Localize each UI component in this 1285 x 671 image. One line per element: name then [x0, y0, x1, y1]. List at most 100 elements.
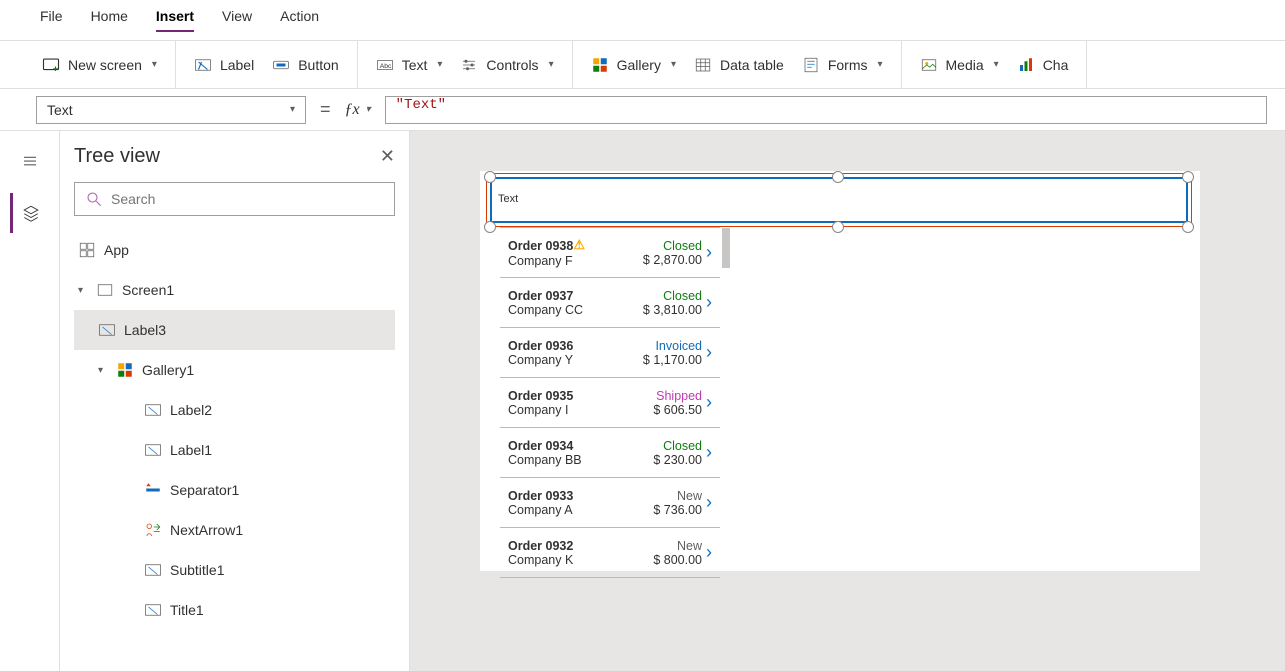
- tree-node-subtitle1[interactable]: Subtitle1: [74, 550, 395, 590]
- chevron-right-icon[interactable]: ›: [706, 492, 712, 513]
- gallery-row[interactable]: Order 0935Company IShipped$ 606.50›: [500, 378, 720, 428]
- hamburger-icon: [21, 152, 39, 170]
- resize-handle[interactable]: [832, 221, 844, 233]
- resize-handle[interactable]: [1182, 221, 1194, 233]
- status-label: Shipped: [628, 389, 702, 403]
- status-label: Closed: [628, 439, 702, 453]
- selected-label-control[interactable]: Text: [490, 177, 1188, 223]
- tree-node-title1[interactable]: Title1: [74, 590, 395, 630]
- chevron-down-icon: ▾: [290, 104, 295, 115]
- button-btn-label: Button: [298, 57, 338, 73]
- search-icon: [85, 190, 103, 208]
- gallery-row[interactable]: Order 0938⚠Company FClosed$ 2,870.00›: [500, 228, 720, 278]
- tree-search-input[interactable]: [111, 191, 384, 207]
- tree-node-app[interactable]: App: [74, 230, 395, 270]
- resize-handle[interactable]: [1182, 171, 1194, 183]
- screen-icon: [42, 56, 60, 74]
- tree-node-separator1[interactable]: Separator1: [74, 470, 395, 510]
- chevron-right-icon[interactable]: ›: [706, 392, 712, 413]
- status-label: New: [628, 489, 702, 503]
- property-name: Text: [47, 102, 73, 118]
- tree-node-screen1[interactable]: ▾ Screen1: [74, 270, 395, 310]
- order-id: Order 0935: [508, 389, 628, 403]
- property-selector[interactable]: Text ▾: [36, 96, 306, 124]
- ribbon: New screen ▾ Label Button Abc Text ▾ Con…: [0, 41, 1285, 89]
- order-id: Order 0938⚠: [508, 238, 628, 254]
- menu-view[interactable]: View: [222, 8, 252, 32]
- screen-preview[interactable]: Text Order 0938⚠Company FClosed$ 2,870.0…: [480, 171, 1200, 571]
- chevron-down-icon: ▾: [994, 59, 999, 70]
- gallery-row[interactable]: Order 0933Company ANew$ 736.00›: [500, 478, 720, 528]
- forms-icon: [802, 56, 820, 74]
- menu-file[interactable]: File: [40, 8, 63, 32]
- chevron-right-icon[interactable]: ›: [706, 342, 712, 363]
- tree-node-label: Title1: [170, 602, 204, 618]
- tree-node-label3[interactable]: Label3: [74, 310, 395, 350]
- gallery-row[interactable]: Order 0936Company YInvoiced$ 1,170.00›: [500, 328, 720, 378]
- forms-dd-label: Forms: [828, 57, 868, 73]
- gallery-icon: [116, 361, 134, 379]
- text-icon: Abc: [376, 56, 394, 74]
- tree-node-label2[interactable]: Label2: [74, 390, 395, 430]
- resize-handle[interactable]: [832, 171, 844, 183]
- text-dropdown[interactable]: Abc Text ▾: [376, 56, 443, 74]
- company-name: Company I: [508, 403, 628, 417]
- chevron-right-icon[interactable]: ›: [706, 442, 712, 463]
- tree-node-gallery1[interactable]: ▾ Gallery1: [74, 350, 395, 390]
- tree-node-label: NextArrow1: [170, 522, 243, 538]
- menu-insert[interactable]: Insert: [156, 8, 194, 32]
- tree-node-label: Screen1: [122, 282, 174, 298]
- order-id: Order 0936: [508, 339, 628, 353]
- order-id: Order 0937: [508, 289, 628, 303]
- controls-icon: [460, 56, 478, 74]
- new-screen-button[interactable]: New screen ▾: [42, 56, 157, 74]
- rail-hamburger[interactable]: [10, 141, 50, 181]
- equals-sign: =: [320, 99, 331, 120]
- media-dd-label: Media: [946, 57, 984, 73]
- menu-home[interactable]: Home: [91, 8, 128, 32]
- rail-treeview[interactable]: [10, 193, 50, 233]
- scrollbar[interactable]: [722, 228, 730, 578]
- resize-handle[interactable]: [484, 171, 496, 183]
- tree-node-label1[interactable]: Label1: [74, 430, 395, 470]
- caret-down-icon[interactable]: ▾: [98, 365, 108, 376]
- main-area: Tree view ✕ App ▾ Screen1 Label3 ▾: [0, 131, 1285, 671]
- button-button[interactable]: Button: [272, 56, 338, 74]
- close-panel-button[interactable]: ✕: [380, 146, 395, 167]
- scroll-thumb[interactable]: [722, 228, 730, 268]
- forms-dropdown[interactable]: Forms ▾: [802, 56, 883, 74]
- fx-button[interactable]: ƒx ▾: [345, 101, 371, 119]
- resize-handle[interactable]: [484, 221, 496, 233]
- controls-dropdown[interactable]: Controls ▾: [460, 56, 553, 74]
- media-icon: [920, 56, 938, 74]
- chevron-right-icon[interactable]: ›: [706, 542, 712, 563]
- canvas[interactable]: Text Order 0938⚠Company FClosed$ 2,870.0…: [410, 131, 1285, 671]
- chevron-right-icon[interactable]: ›: [706, 242, 712, 263]
- control-icon: [144, 481, 162, 499]
- order-id: Order 0933: [508, 489, 628, 503]
- formula-input[interactable]: "Text": [385, 96, 1267, 124]
- tree-node-label: Separator1: [170, 482, 239, 498]
- gallery-row[interactable]: Order 0932Company KNew$ 800.00›: [500, 528, 720, 578]
- chevron-right-icon[interactable]: ›: [706, 292, 712, 313]
- gallery-preview[interactable]: Order 0938⚠Company FClosed$ 2,870.00›Ord…: [500, 227, 720, 578]
- tree-search[interactable]: [74, 182, 395, 216]
- amount: $ 2,870.00: [628, 253, 702, 267]
- gallery-row[interactable]: Order 0934Company BBClosed$ 230.00›: [500, 428, 720, 478]
- chevron-down-icon: ▾: [366, 104, 371, 115]
- label-button[interactable]: Label: [194, 56, 254, 74]
- text-dd-label: Text: [402, 57, 428, 73]
- caret-down-icon[interactable]: ▾: [78, 285, 88, 296]
- charts-dropdown[interactable]: Cha: [1017, 56, 1069, 74]
- datatable-button[interactable]: Data table: [694, 56, 784, 74]
- tree-node-nextarrow1[interactable]: NextArrow1: [74, 510, 395, 550]
- tree-node-label: Label3: [124, 322, 166, 338]
- warning-icon: ⚠: [573, 237, 585, 252]
- gallery-dropdown[interactable]: Gallery ▾: [591, 56, 676, 74]
- gallery-row[interactable]: Order 0937Company CCClosed$ 3,810.00›: [500, 278, 720, 328]
- control-icon: [144, 441, 162, 459]
- menu-action[interactable]: Action: [280, 8, 319, 32]
- media-dropdown[interactable]: Media ▾: [920, 56, 999, 74]
- company-name: Company Y: [508, 353, 628, 367]
- button-icon: [272, 56, 290, 74]
